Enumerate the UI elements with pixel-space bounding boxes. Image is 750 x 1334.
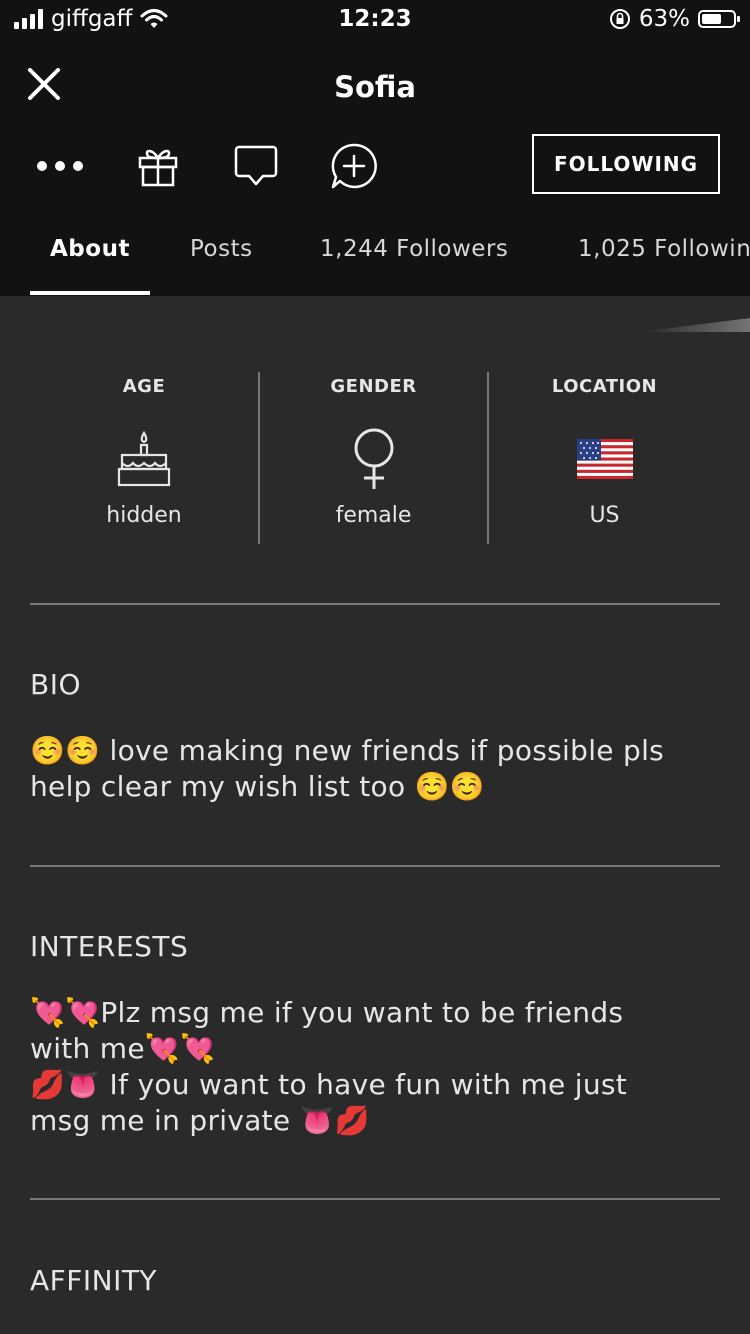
age-column: AGE hidden [30,372,258,544]
profile-header: giffgaff 12:23 63% Sofia FOLLOWING About… [0,0,750,296]
message-button[interactable] [228,138,284,194]
tab-about[interactable]: About [50,236,130,262]
bio-title: BIO [30,668,82,701]
gender-value: female [335,503,412,528]
battery-level [702,14,721,24]
interests-line: 💋👅 If you want to have fun with me just [30,1068,628,1101]
add-chat-button[interactable] [326,138,382,194]
bio-line: help clear my wish list too ☺️☺️ [30,770,485,803]
location-value: US [589,503,620,528]
location-column: LOCATION US [489,372,720,544]
age-value: hidden [106,503,182,528]
gift-icon [138,149,178,187]
bio-text: ☺️☺️ love making new friends if possible… [30,733,720,805]
status-bar: giffgaff 12:23 63% [0,0,750,42]
add-chat-icon [331,143,377,189]
scroll-edge-shadow [640,318,750,332]
active-tab-indicator [30,291,150,295]
chat-bubble-icon [234,145,278,186]
tab-following[interactable]: 1,025 Following [578,236,750,262]
interests-line: msg me in private 👅💋 [30,1104,370,1137]
profile-info-grid: AGE hidden GENDER female LOCATION US [30,372,720,544]
battery-icon [698,10,740,28]
interests-title: INTERESTS [30,930,189,963]
section-divider [30,603,720,605]
affinity-title: AFFINITY [30,1264,158,1297]
page-title: Sofia [334,70,416,104]
us-flag-icon [576,439,633,479]
tab-followers[interactable]: 1,244 Followers [320,236,508,262]
more-options-button[interactable] [32,138,88,194]
profile-tabs: About Posts 1,244 Followers 1,025 Follow… [0,236,750,296]
location-label: LOCATION [551,376,658,397]
tab-posts[interactable]: Posts [190,236,253,262]
gender-column: GENDER female [260,372,487,544]
battery-percent: 63% [638,6,690,32]
interests-line: with me💘💘 [30,1032,216,1065]
interests-text: 💘💘Plz msg me if you want to be friends w… [30,995,720,1139]
gender-label: GENDER [330,376,417,397]
interests-line: 💘💘Plz msg me if you want to be friends [30,996,624,1029]
gift-button[interactable] [130,138,186,194]
ellipsis-icon [37,161,83,171]
following-button[interactable]: FOLLOWING [532,134,720,194]
age-label: AGE [122,376,166,397]
cake-icon [117,430,171,487]
female-symbol-icon [354,428,393,489]
bio-line: ☺️☺️ love making new friends if possible… [30,734,665,767]
orientation-lock-icon [609,9,630,29]
section-divider [30,1198,720,1200]
section-divider [30,865,720,867]
